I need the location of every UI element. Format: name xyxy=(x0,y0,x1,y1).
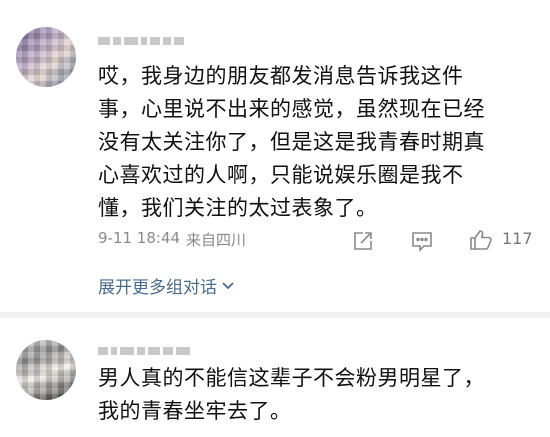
comment-text: 男人真的不能信这辈子不会粉男明星了， 我的青春坐牢去了。 xyxy=(98,366,485,423)
divider xyxy=(0,312,550,318)
expand-conversation-link[interactable]: 展开更多组对话 xyxy=(98,273,235,298)
comment-location: 来自四川 xyxy=(186,231,247,249)
comment-time: 9-11 18:44 xyxy=(98,229,181,247)
avatar[interactable] xyxy=(16,27,76,87)
comment-meta: 9-11 18:44 来自四川 xyxy=(98,229,246,250)
username-blurred[interactable] xyxy=(98,344,190,358)
share-icon[interactable] xyxy=(352,230,374,256)
like-count: 117 xyxy=(502,229,533,248)
comment-text: 哎，我身边的朋友都发消息告诉我这件 事，心里说不出来的感觉，虽然现在已经 没有太… xyxy=(98,64,485,220)
like-icon[interactable] xyxy=(468,228,494,256)
avatar[interactable] xyxy=(16,340,76,400)
username-blurred[interactable] xyxy=(98,34,184,48)
expand-label: 展开更多组对话 xyxy=(98,278,217,298)
chevron-down-icon xyxy=(222,281,234,289)
comment-icon[interactable] xyxy=(410,230,434,256)
